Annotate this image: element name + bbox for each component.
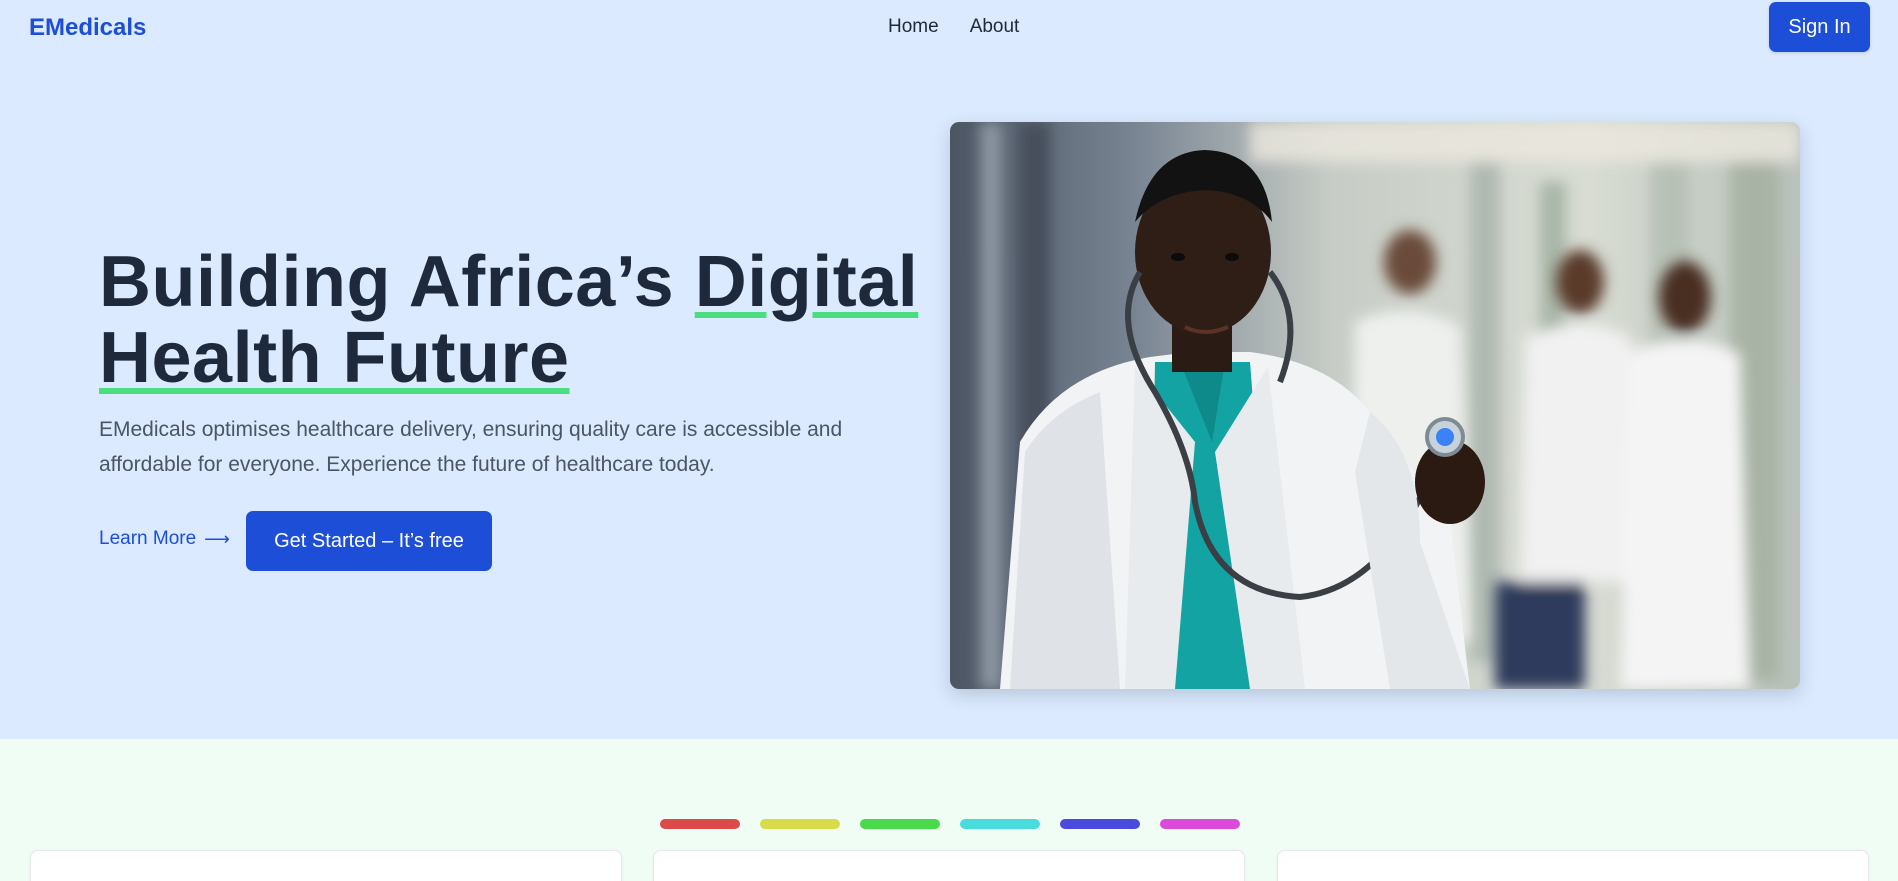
- hero-headline: Building Africa’s Digital Health Future: [99, 244, 959, 396]
- color-pills: [660, 819, 1240, 829]
- brand-logo[interactable]: EMedicals: [29, 14, 146, 42]
- pill-green: [860, 819, 940, 829]
- pill-cyan: [960, 819, 1040, 829]
- feature-card: [30, 850, 622, 881]
- learn-more-label: Learn More: [99, 528, 197, 549]
- doctor-image: [950, 122, 1800, 689]
- sign-in-button[interactable]: Sign In: [1769, 2, 1870, 52]
- learn-more-link[interactable]: Learn More ⟶: [99, 528, 230, 550]
- headline-part2: Digital: [694, 242, 919, 322]
- headline-part1: Building Africa’s: [99, 242, 695, 322]
- get-started-button[interactable]: Get Started – It’s free: [246, 511, 492, 571]
- arrow-right-icon: ⟶: [204, 528, 230, 550]
- feature-card: [1277, 850, 1869, 881]
- navbar: EMedicals Home About Sign In: [0, 0, 1898, 56]
- pill-magenta: [1160, 819, 1240, 829]
- feature-card: [653, 850, 1245, 881]
- pill-indigo: [1060, 819, 1140, 829]
- doctor-photo-illustration: [950, 122, 1800, 689]
- nav-links: Home About: [888, 16, 1019, 38]
- headline-part3: Health Future: [99, 318, 570, 398]
- pill-yellow: [760, 819, 840, 829]
- nav-home-link[interactable]: Home: [888, 16, 939, 38]
- hero-subtext: EMedicals optimises healthcare delivery,…: [99, 418, 843, 476]
- pill-red: [660, 819, 740, 829]
- nav-about-link[interactable]: About: [970, 16, 1020, 38]
